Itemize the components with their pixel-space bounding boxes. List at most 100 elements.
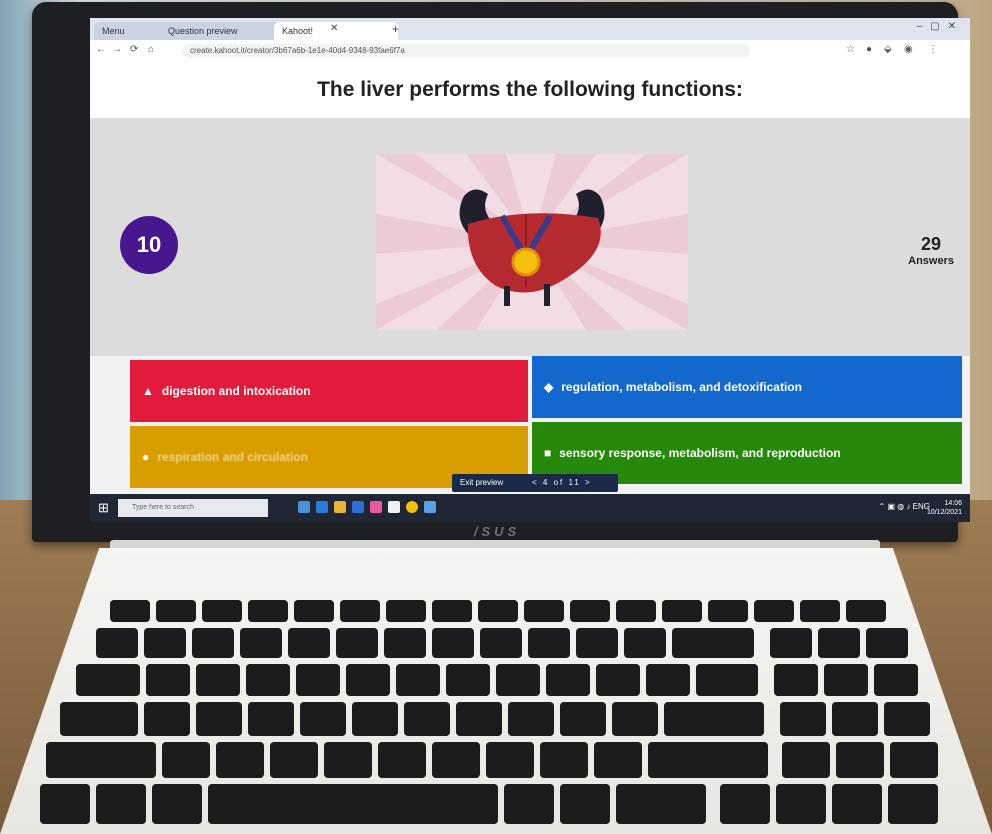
key — [782, 742, 830, 778]
laptop-lid: Menu Question preview Kahoot! ✕ + –▢✕ ← … — [32, 2, 970, 542]
key — [246, 664, 290, 696]
answers-count-label: Answers — [908, 255, 954, 267]
browser-address-bar: ← → ⟳ ⌂ create.kahoot.it/creator/3b67a6b… — [90, 40, 970, 63]
key — [396, 664, 440, 696]
key — [288, 628, 330, 658]
answer-text: sensory response, metabolism, and reprod… — [559, 446, 841, 460]
url-field[interactable]: create.kahoot.it/creator/3b67a6b-1e1e-40… — [182, 44, 750, 58]
app-icon[interactable] — [424, 501, 436, 513]
key — [432, 742, 480, 778]
keyboard — [40, 600, 970, 834]
answer-option-triangle[interactable]: ▲ digestion and intoxication — [130, 360, 528, 422]
key — [832, 784, 882, 824]
key — [76, 664, 140, 696]
key — [528, 628, 570, 658]
spacebar-key — [208, 784, 498, 824]
windows-start-icon[interactable]: ⊞ — [98, 500, 109, 516]
key — [46, 742, 156, 778]
star-icon[interactable]: ☆ — [846, 44, 855, 55]
key — [540, 742, 588, 778]
key — [496, 664, 540, 696]
reload-icon[interactable]: ⟳ — [130, 44, 138, 55]
key — [300, 702, 346, 736]
taskbar-clock[interactable]: 14:06 10/12/2021 — [927, 499, 962, 517]
answer-text: regulation, metabolism, and detoxificati… — [561, 380, 802, 394]
question-title: The liver performs the following functio… — [317, 78, 743, 101]
key — [432, 628, 474, 658]
key — [294, 600, 334, 622]
extension-icon[interactable]: ● — [866, 44, 872, 55]
edge-icon[interactable] — [316, 501, 328, 513]
key — [524, 600, 564, 622]
menu-icon[interactable]: ⋮ — [928, 44, 938, 55]
answer-option-diamond[interactable]: ◆ regulation, metabolism, and detoxifica… — [532, 356, 962, 418]
key — [248, 600, 288, 622]
key — [144, 628, 186, 658]
key — [96, 784, 146, 824]
key — [144, 702, 190, 736]
key — [576, 628, 618, 658]
laptop-screen: Menu Question preview Kahoot! ✕ + –▢✕ ← … — [90, 18, 970, 522]
key — [384, 628, 426, 658]
home-icon[interactable]: ⌂ — [148, 44, 154, 55]
countdown-timer: 10 — [120, 216, 178, 274]
key — [404, 702, 450, 736]
system-tray[interactable]: ⌃ ▣ ◍ ♪ ENG — [879, 502, 930, 511]
key — [340, 600, 380, 622]
key — [560, 702, 606, 736]
key — [780, 702, 826, 736]
key — [616, 600, 656, 622]
back-icon[interactable]: ← — [96, 44, 106, 55]
key — [40, 784, 90, 824]
key — [866, 628, 908, 658]
circle-icon: ● — [142, 450, 150, 464]
puzzle-icon[interactable]: ⬙ — [884, 44, 892, 55]
key — [776, 784, 826, 824]
key — [386, 600, 426, 622]
key — [432, 600, 472, 622]
key — [248, 702, 294, 736]
key — [696, 664, 758, 696]
store-icon[interactable] — [352, 501, 364, 513]
key — [888, 784, 938, 824]
key — [720, 784, 770, 824]
key — [508, 702, 554, 736]
key — [486, 742, 534, 778]
key — [156, 600, 196, 622]
key — [162, 742, 210, 778]
task-view-icon[interactable] — [298, 501, 310, 513]
key — [216, 742, 264, 778]
key — [890, 742, 938, 778]
file-explorer-icon[interactable] — [334, 501, 346, 513]
preview-page-nav[interactable]: < 4 of 11 > — [532, 474, 592, 492]
key — [560, 784, 610, 824]
key — [446, 664, 490, 696]
key — [824, 664, 868, 696]
key — [662, 600, 702, 622]
chrome-icon[interactable] — [406, 501, 418, 513]
key — [594, 742, 642, 778]
browser-tab-2[interactable]: Question preview — [160, 22, 286, 40]
key — [874, 664, 918, 696]
key — [478, 600, 518, 622]
key — [546, 664, 590, 696]
key — [800, 600, 840, 622]
key — [596, 664, 640, 696]
key — [110, 600, 150, 622]
close-tab-icon[interactable]: ✕ — [330, 23, 338, 34]
answers-count-number: 29 — [921, 234, 942, 254]
exit-preview-button[interactable]: Exit preview — [460, 474, 503, 492]
key — [570, 600, 610, 622]
key — [648, 742, 768, 778]
key — [270, 742, 318, 778]
photos-icon[interactable] — [370, 501, 382, 513]
taskbar-search-input[interactable]: Type here to search — [118, 499, 268, 517]
new-tab-icon[interactable]: + — [392, 22, 399, 36]
windows-taskbar: ⊞ Type here to search ⌃ ▣ ◍ ♪ ENG 14:06 … — [90, 494, 970, 522]
window-controls[interactable]: –▢✕ — [917, 21, 964, 32]
forward-icon[interactable]: → — [112, 44, 122, 55]
key — [152, 784, 202, 824]
profile-icon[interactable]: ◉ — [904, 44, 913, 55]
clock-time: 14:06 — [944, 500, 962, 507]
mail-icon[interactable] — [388, 501, 400, 513]
